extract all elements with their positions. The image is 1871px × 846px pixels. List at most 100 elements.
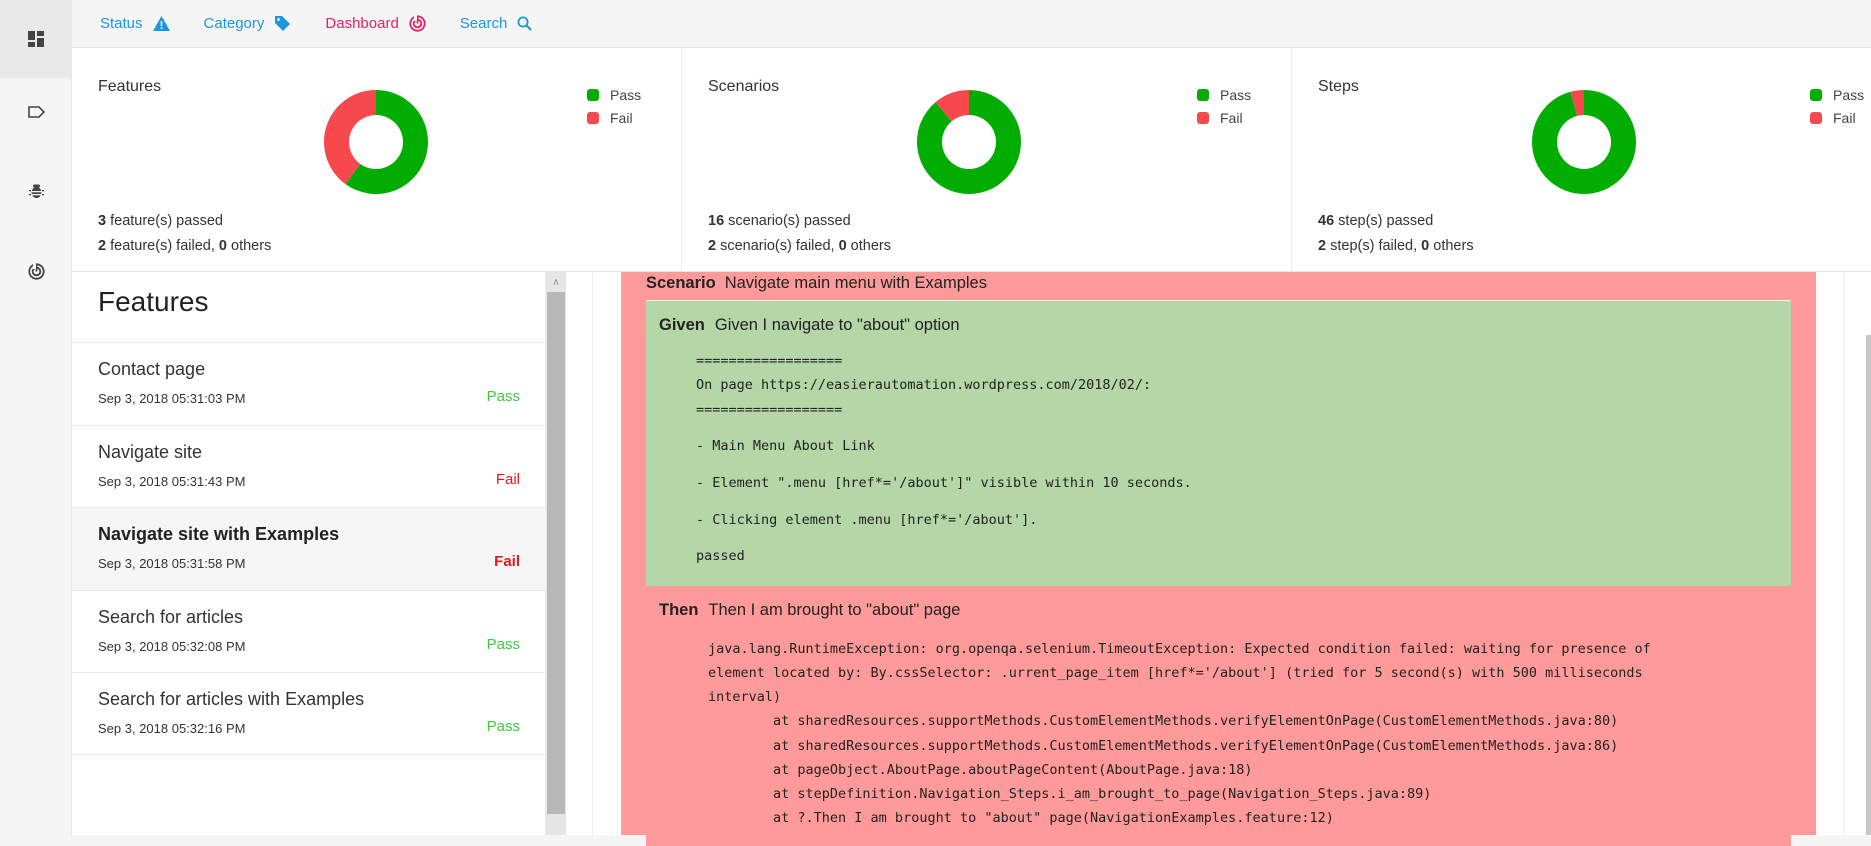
failed-text: feature(s) failed,: [106, 238, 219, 254]
others-text: others: [846, 238, 891, 254]
stacktrace-line: at pageObject.AboutPage.aboutPageContent…: [708, 762, 1253, 778]
nav-status-label: Status: [100, 15, 143, 32]
step-log-line: - Element ".menu [href*='/about']" visib…: [696, 475, 1192, 491]
feature-name: Search for articles: [98, 606, 244, 627]
stacktrace-line: at ?.Then I am brought to "about" page(N…: [708, 810, 1334, 826]
feature-status: Pass: [486, 388, 520, 405]
feature-list-item-selected[interactable]: Navigate site with Examples Sep 3, 2018 …: [72, 507, 546, 590]
card-stats: 16 scenario(s) passed 2 scenario(s) fail…: [708, 209, 891, 259]
chart-legend: Pass Fail: [1810, 83, 1864, 129]
legend-pass[interactable]: Pass: [1810, 83, 1864, 106]
feature-list-item[interactable]: Navigate site Sep 3, 2018 05:31:43 PM Fa…: [72, 424, 546, 508]
feature-list: Contact page Sep 3, 2018 05:31:03 PM Pas…: [72, 342, 546, 755]
step-log-line: - Clicking element .menu [href*='/about'…: [696, 512, 1038, 528]
others-text: others: [226, 238, 272, 254]
features-donut-chart: [324, 90, 428, 194]
sidebar-item-dashboard-radar[interactable]: [0, 232, 72, 310]
icon-sidebar: [0, 0, 72, 835]
page-scrollbar[interactable]: [1866, 335, 1871, 835]
legend-label: Pass: [1833, 86, 1865, 103]
divider: [1844, 272, 1845, 835]
feature-name: Search for articles with Examples: [98, 689, 365, 709]
scroll-up-arrow-icon[interactable]: ∧: [546, 272, 566, 292]
nav-dashboard[interactable]: Dashboard: [325, 15, 426, 32]
nav-category[interactable]: Category: [204, 15, 292, 32]
feature-status: Fail: [494, 553, 520, 570]
legend-swatch-fail: [1810, 111, 1822, 124]
bug-icon: [28, 184, 44, 198]
step-then-failed: Then Then I am brought to "about" page ja…: [646, 586, 1791, 846]
failed-text: scenario(s) failed,: [716, 238, 839, 254]
feature-status: Pass: [486, 718, 520, 735]
others-count: 0: [218, 238, 227, 254]
legend-label: Fail: [1833, 109, 1856, 126]
features-scrollbar[interactable]: ∧: [546, 272, 566, 835]
legend-fail[interactable]: Fail: [1197, 106, 1251, 129]
card-features: Features Pass Fail 3 feature(s) passed 2…: [72, 48, 682, 272]
legend-label: Fail: [610, 109, 633, 126]
passed-text: scenario(s) passed: [724, 213, 851, 229]
step-header: Given Given I navigate to "about" option: [659, 316, 960, 335]
legend-swatch-fail: [587, 111, 599, 124]
feature-status: Fail: [495, 470, 520, 488]
feature-date: Sep 3, 2018 05:32:16 PM: [98, 721, 246, 736]
scenario-keyword: Scenario: [646, 274, 716, 292]
radar-icon: [409, 15, 426, 32]
feature-list-item[interactable]: Search for articles Sep 3, 2018 05:32:08…: [72, 589, 546, 673]
stacktrace-line: at sharedResources.supportMethods.Custom…: [708, 713, 1619, 729]
feature-list-item[interactable]: Contact page Sep 3, 2018 05:31:03 PM Pas…: [72, 342, 546, 425]
step-name: Then I am brought to "about" page: [708, 601, 961, 619]
legend-swatch-fail: [1197, 111, 1209, 124]
passed-text: step(s) passed: [1334, 213, 1434, 229]
step-log-line: On page https://easierautomation.wordpre…: [696, 377, 1152, 393]
stacktrace-line: at sharedResources.supportMethods.Custom…: [708, 738, 1619, 754]
stacktrace-line: interval): [708, 689, 782, 705]
nav-dashboard-label: Dashboard: [325, 15, 399, 32]
sidebar-item-dashboard[interactable]: [0, 0, 72, 78]
feature-list-item[interactable]: Search for articles with Examples Sep 3,…: [72, 672, 546, 755]
legend-pass[interactable]: Pass: [587, 83, 641, 106]
card-title: Scenarios: [708, 78, 780, 95]
top-nav: Status Category Dashboard Search: [72, 0, 1871, 48]
passed-text: feature(s) passed: [106, 213, 223, 229]
others-count: 0: [838, 238, 847, 254]
feature-status: Pass: [486, 635, 520, 653]
legend-fail[interactable]: Fail: [587, 106, 641, 129]
radar-icon: [27, 262, 45, 280]
dashboard-icon: [28, 31, 44, 47]
step-log-line: ==================: [696, 402, 843, 418]
card-stats: 3 feature(s) passed 2 feature(s) failed,…: [98, 209, 271, 259]
legend-fail[interactable]: Fail: [1810, 106, 1864, 129]
nav-search[interactable]: Search: [460, 15, 533, 32]
card-scenarios: Scenarios Pass Fail 16 scenario(s) passe…: [682, 48, 1292, 272]
step-header: Then Then I am brought to "about" page: [659, 601, 960, 620]
legend-swatch-pass: [1197, 88, 1209, 101]
sidebar-item-exceptions[interactable]: [0, 152, 72, 230]
dashboard-cards: Features Pass Fail 3 feature(s) passed 2…: [72, 48, 1871, 272]
legend-pass[interactable]: Pass: [1197, 83, 1251, 106]
nav-category-label: Category: [203, 15, 265, 32]
divider: [592, 272, 593, 835]
legend-swatch-pass: [1810, 88, 1822, 101]
sidebar-item-categories[interactable]: [0, 73, 72, 151]
scrollbar-thumb[interactable]: [547, 292, 565, 814]
label-icon: [27, 106, 45, 118]
feature-date: Sep 3, 2018 05:31:03 PM: [98, 391, 246, 406]
chart-legend: Pass Fail: [587, 83, 641, 129]
scenario-block-failed: Scenario Navigate main menu with Examples…: [621, 272, 1816, 846]
feature-date: Sep 3, 2018 05:31:43 PM: [98, 473, 246, 489]
features-panel: Features Contact page Sep 3, 2018 05:31:…: [72, 272, 546, 835]
passed-count: 46: [1318, 213, 1335, 229]
step-given-passed: Given Given I navigate to "about" option …: [646, 300, 1791, 586]
nav-search-label: Search: [459, 15, 508, 32]
failed-count: 2: [98, 238, 107, 254]
steps-donut-chart: [1532, 90, 1636, 194]
card-steps: Steps Pass Fail 46 step(s) passed 2 step…: [1292, 48, 1871, 272]
failed-count: 2: [708, 238, 717, 254]
features-panel-title: Features: [98, 286, 209, 317]
scenario-name: Navigate main menu with Examples: [724, 274, 987, 292]
failed-count: 2: [1318, 238, 1327, 254]
chart-legend: Pass Fail: [1197, 83, 1251, 129]
nav-status[interactable]: Status: [100, 15, 170, 32]
warning-icon: [152, 16, 170, 31]
